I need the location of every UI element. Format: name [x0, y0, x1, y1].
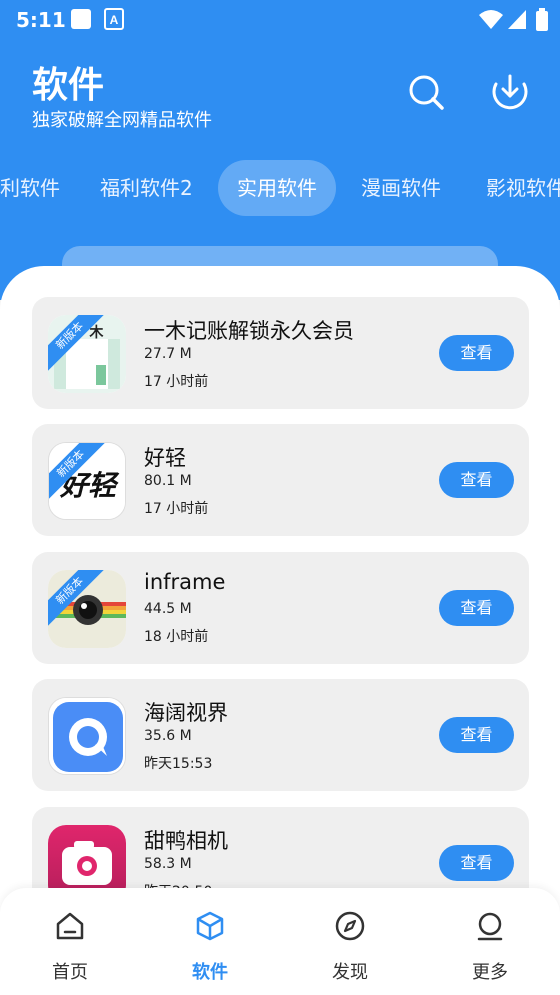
app-card[interactable]: 一 木 新版本 一木记账解锁永久会员 27.7 M 17 小时前 查看 — [32, 297, 529, 409]
chat-bubble-icon — [49, 698, 125, 774]
app-list-sheet: 一 木 新版本 一木记账解锁永久会员 27.7 M 17 小时前 查看 好轻 新… — [0, 266, 560, 995]
app-size: 58.3 M — [144, 856, 192, 872]
nav-home-label: 首页 — [52, 962, 88, 983]
tab-comic-software[interactable]: 漫画软件 — [361, 160, 441, 216]
app-icon-inframe: 新版本 — [48, 570, 126, 648]
app-name: inframe — [144, 570, 226, 594]
app-name: 好轻 — [144, 446, 186, 470]
bottom-nav: 首页 软件 发现 更多 — [0, 888, 560, 995]
nav-discover[interactable]: 发现 — [280, 888, 420, 995]
app-size: 35.6 M — [144, 728, 192, 744]
app-time: 17 小时前 — [144, 501, 209, 517]
home-icon — [56, 912, 84, 940]
signal-icon — [508, 10, 526, 29]
nav-home[interactable]: 首页 — [0, 888, 140, 995]
app-notification-icon: A — [104, 8, 124, 30]
nav-discover-label: 发现 — [332, 962, 368, 983]
view-button[interactable]: 查看 — [439, 462, 514, 498]
app-icon-yimu: 一 木 新版本 — [48, 315, 126, 393]
app-size: 80.1 M — [144, 473, 192, 489]
wifi-icon — [479, 10, 503, 29]
app-icon-haoqing: 好轻 新版本 — [48, 442, 126, 520]
app-size: 27.7 M — [144, 346, 192, 362]
view-button[interactable]: 查看 — [439, 717, 514, 753]
app-name: 甜鸭相机 — [144, 829, 228, 853]
status-bar: 5:11 A — [0, 0, 560, 38]
page-subtitle: 独家破解全网精品软件 — [32, 110, 212, 131]
svg-text:A: A — [110, 13, 119, 27]
nav-more[interactable]: 更多 — [420, 888, 560, 995]
tab-video-software[interactable]: 影视软件 — [486, 160, 560, 216]
app-time: 18 小时前 — [144, 629, 209, 645]
tab-utility-software[interactable]: 实用软件 — [218, 160, 336, 216]
app-size: 44.5 M — [144, 601, 192, 617]
app-time: 昨天15:53 — [144, 756, 213, 772]
notification-square-icon — [71, 9, 91, 29]
view-button[interactable]: 查看 — [439, 845, 514, 881]
header: 5:11 A 软件 独家破解全网精品软件 利软件 福利软件2 实用软件 漫画软件… — [0, 0, 560, 300]
app-card[interactable]: 海阔视界 35.6 M 昨天15:53 查看 — [32, 679, 529, 791]
app-name: 一木记账解锁永久会员 — [144, 319, 354, 343]
nav-software[interactable]: 软件 — [140, 888, 280, 995]
tab-welfare-software[interactable]: 利软件 — [0, 160, 60, 216]
app-icon-haikuo — [48, 697, 126, 775]
search-icon[interactable] — [406, 72, 446, 112]
app-time: 17 小时前 — [144, 374, 209, 390]
nav-more-label: 更多 — [472, 962, 508, 983]
app-card[interactable]: 新版本 inframe 44.5 M 18 小时前 查看 — [32, 552, 529, 664]
box-icon — [196, 911, 224, 941]
user-icon — [477, 912, 503, 941]
download-icon[interactable] — [490, 72, 530, 112]
tab-welfare-software-2[interactable]: 福利软件2 — [100, 160, 193, 216]
app-name: 海阔视界 — [144, 701, 228, 725]
nav-software-label: 软件 — [192, 962, 228, 983]
category-tabs: 利软件 福利软件2 实用软件 漫画软件 影视软件 — [0, 160, 560, 216]
status-time: 5:11 — [16, 8, 66, 32]
view-button[interactable]: 查看 — [439, 335, 514, 371]
view-button[interactable]: 查看 — [439, 590, 514, 626]
compass-icon — [335, 911, 365, 941]
battery-icon — [536, 8, 548, 31]
app-card[interactable]: 好轻 新版本 好轻 80.1 M 17 小时前 查看 — [32, 424, 529, 536]
page-title: 软件 — [32, 65, 105, 106]
